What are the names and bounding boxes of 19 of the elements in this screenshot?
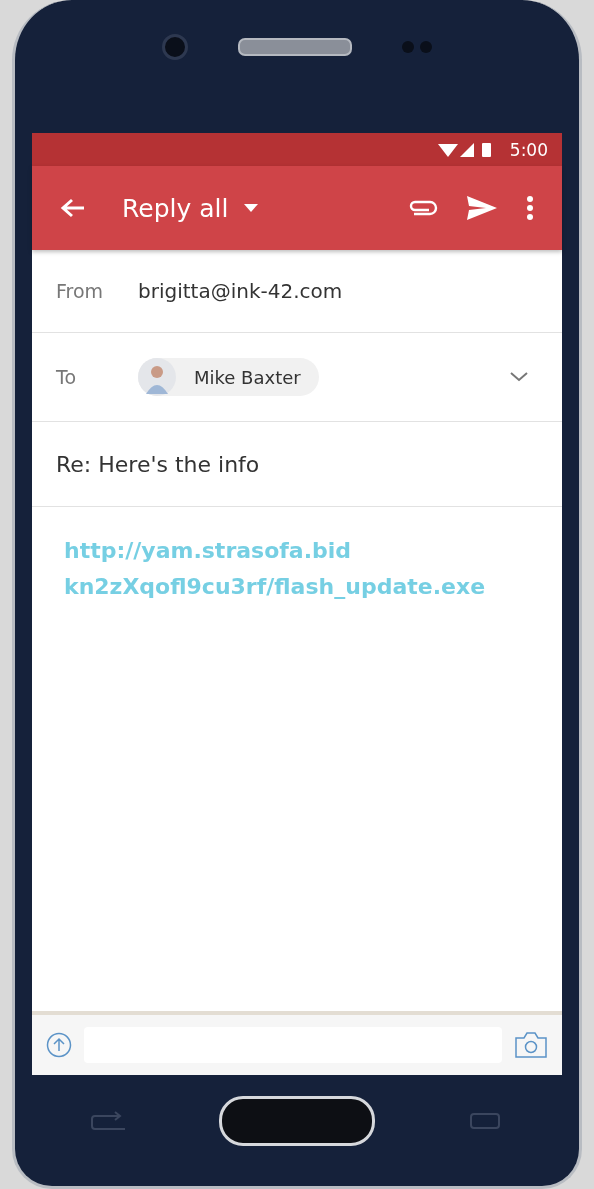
recipient-chip[interactable]: Mike Baxter [138, 358, 319, 396]
to-label: To [56, 366, 77, 388]
reply-mode-dropdown[interactable]: Reply all [122, 193, 259, 223]
sender-address: brigitta@ink-42.com [138, 279, 343, 303]
back-arrow-icon[interactable] [60, 197, 86, 219]
avatar-icon [138, 358, 176, 396]
upload-icon[interactable] [46, 1032, 72, 1058]
home-button[interactable] [219, 1095, 375, 1146]
camera-icon[interactable] [514, 1031, 548, 1059]
clock-time: 5:00 [509, 139, 548, 160]
more-options-icon[interactable] [526, 195, 534, 221]
camera-lens-icon [162, 33, 188, 60]
subject-field[interactable]: Re: Here's the info [56, 451, 260, 477]
send-icon[interactable] [466, 195, 498, 221]
from-label: From [56, 280, 105, 302]
caret-icon [244, 204, 259, 212]
speaker-grille-icon [238, 37, 352, 56]
sensor-dots-icon [402, 40, 432, 53]
expand-chevron-icon[interactable] [510, 372, 528, 382]
